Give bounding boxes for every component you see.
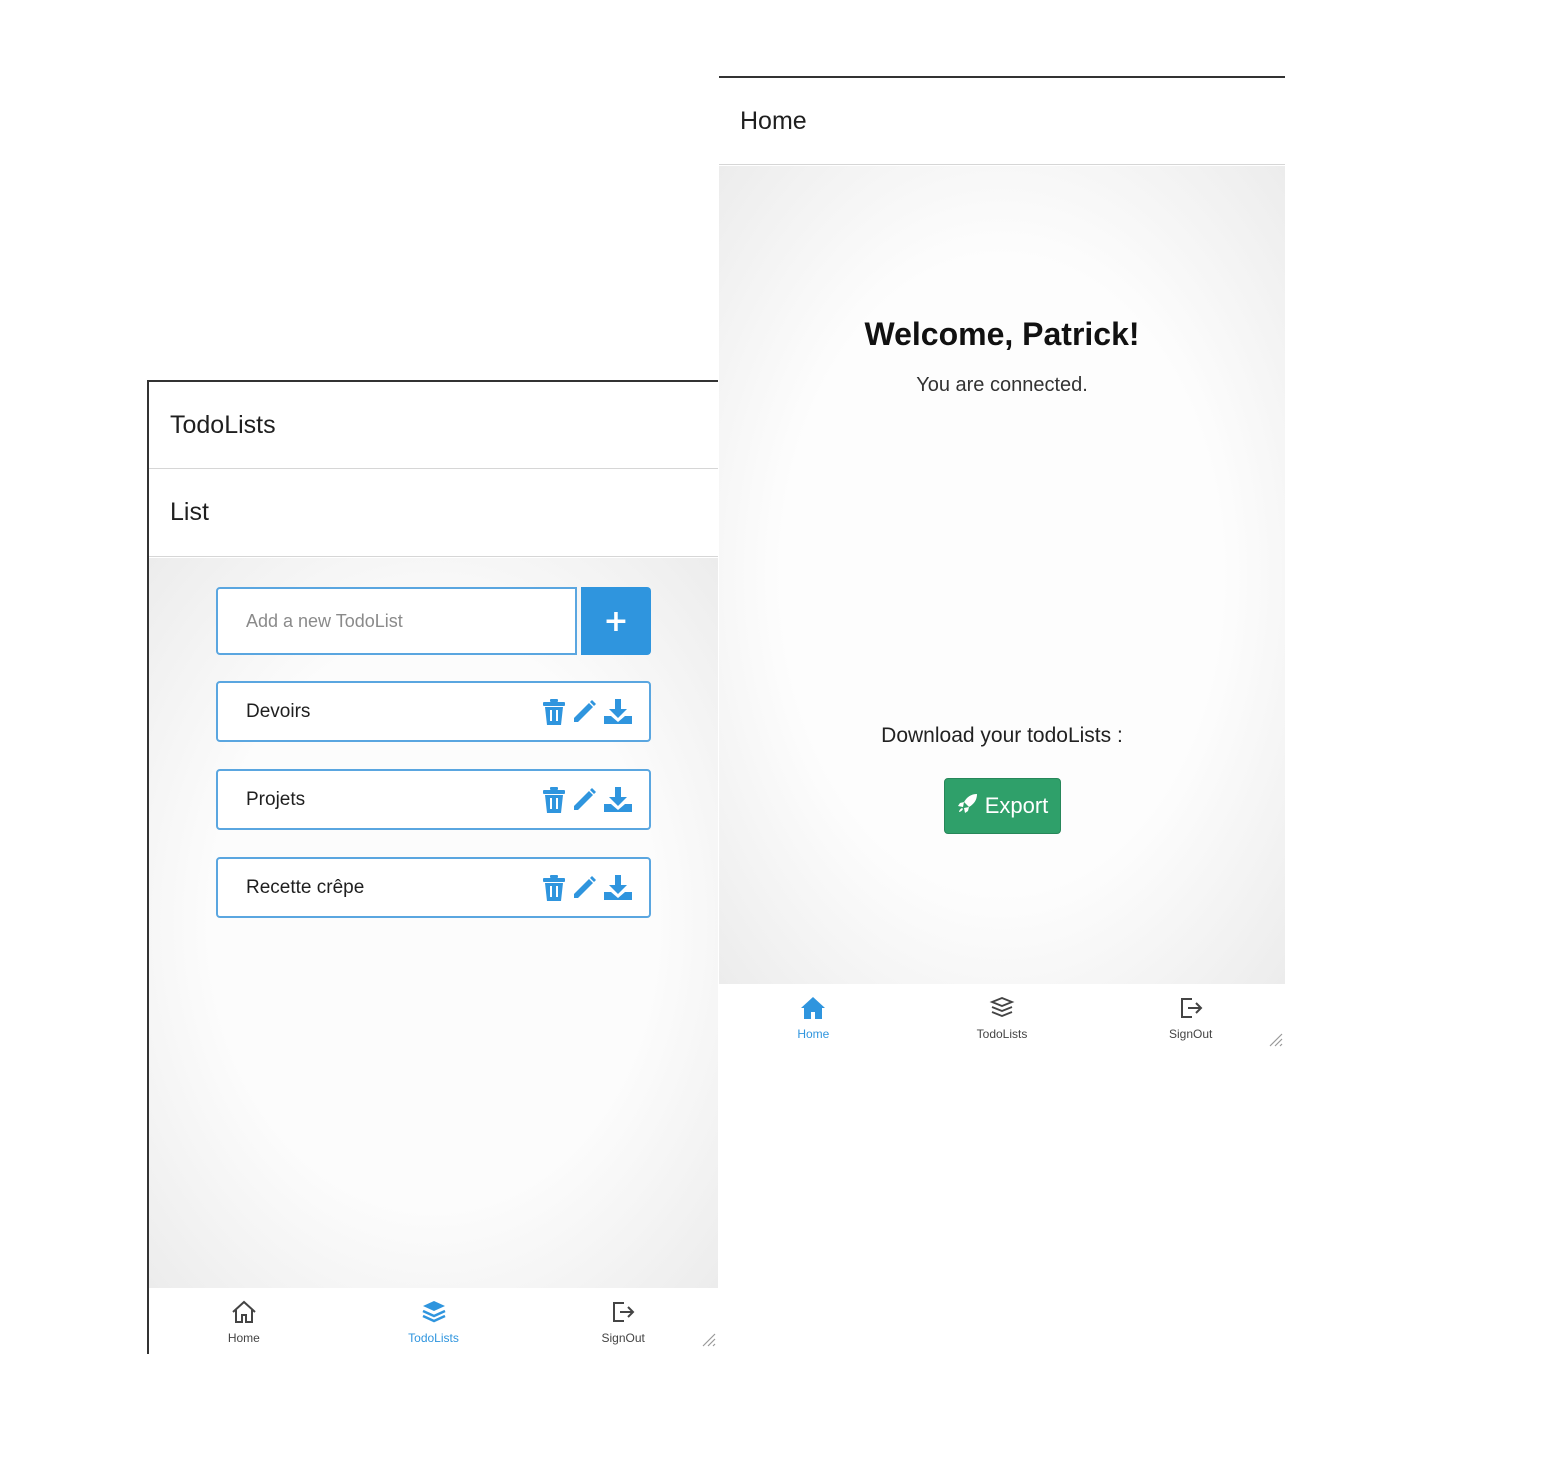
- home-content: Welcome, Patrick! You are connected. Dow…: [719, 166, 1285, 984]
- pencil-icon[interactable]: [571, 787, 597, 813]
- tab-signout[interactable]: SignOut: [528, 1288, 718, 1354]
- list-item-name: Recette crêpe: [246, 876, 365, 898]
- pencil-icon[interactable]: [571, 699, 597, 725]
- tab-label: Home: [797, 1027, 830, 1041]
- page-title: TodoLists: [149, 382, 718, 469]
- home-icon: [231, 1300, 257, 1329]
- new-todolist-input[interactable]: [216, 587, 577, 655]
- tab-todolists[interactable]: TodoLists: [908, 984, 1097, 1054]
- tab-todolists[interactable]: TodoLists: [339, 1288, 529, 1354]
- layers-icon: [421, 1300, 447, 1329]
- home-icon: [800, 996, 826, 1025]
- bottom-tab-bar: Home TodoLists SignOut: [149, 1288, 718, 1354]
- tab-home[interactable]: Home: [149, 1288, 339, 1354]
- list-item-actions: [543, 786, 649, 813]
- sign-out-icon: [610, 1300, 636, 1329]
- list-item[interactable]: Projets: [216, 769, 651, 830]
- list-item-actions: [543, 698, 649, 725]
- welcome-heading: Welcome, Patrick!: [864, 316, 1140, 352]
- home-screen: Home Welcome, Patrick! You are connected…: [719, 76, 1285, 1054]
- rocket-icon: [957, 792, 979, 820]
- tab-label: SignOut: [601, 1331, 645, 1345]
- sign-out-icon: [1178, 996, 1204, 1025]
- pencil-icon[interactable]: [571, 875, 597, 901]
- list-item-name: Devoirs: [246, 700, 311, 722]
- add-todolist-form: +: [216, 587, 651, 655]
- section-title: List: [149, 469, 718, 557]
- trash-icon[interactable]: [543, 874, 565, 901]
- list-item-name: Projets: [246, 788, 306, 810]
- add-todolist-button[interactable]: +: [581, 587, 651, 655]
- tab-label: TodoLists: [976, 1027, 1028, 1041]
- todolists-screen: TodoLists List + Devoirs: [147, 380, 718, 1354]
- todolist-list: Devoirs Projets Recette crêpe: [216, 681, 651, 945]
- list-item[interactable]: Devoirs: [216, 681, 651, 742]
- trash-icon[interactable]: [543, 786, 565, 813]
- page-title: Home: [719, 78, 1285, 165]
- layers-icon: [989, 996, 1015, 1025]
- list-item-actions: [543, 874, 649, 901]
- tab-label: SignOut: [1169, 1027, 1213, 1041]
- download-icon[interactable]: [603, 874, 633, 901]
- resize-grip-icon[interactable]: [1267, 1031, 1283, 1052]
- download-icon[interactable]: [603, 698, 633, 725]
- download-label: Download your todoLists :: [881, 724, 1123, 747]
- trash-icon[interactable]: [543, 698, 565, 725]
- bottom-tab-bar: Home TodoLists SignOut: [719, 984, 1285, 1054]
- download-icon[interactable]: [603, 786, 633, 813]
- tab-label: Home: [227, 1331, 260, 1345]
- resize-grip-icon[interactable]: [700, 1331, 716, 1352]
- todolists-content: + Devoirs Proje: [149, 558, 718, 1288]
- export-button[interactable]: Export: [944, 778, 1061, 834]
- tab-label: TodoLists: [408, 1331, 459, 1345]
- list-item[interactable]: Recette crêpe: [216, 857, 651, 918]
- tab-home[interactable]: Home: [719, 984, 908, 1054]
- tab-signout[interactable]: SignOut: [1096, 984, 1285, 1054]
- export-button-label: Export: [984, 793, 1049, 818]
- connection-status: You are connected.: [916, 374, 1088, 396]
